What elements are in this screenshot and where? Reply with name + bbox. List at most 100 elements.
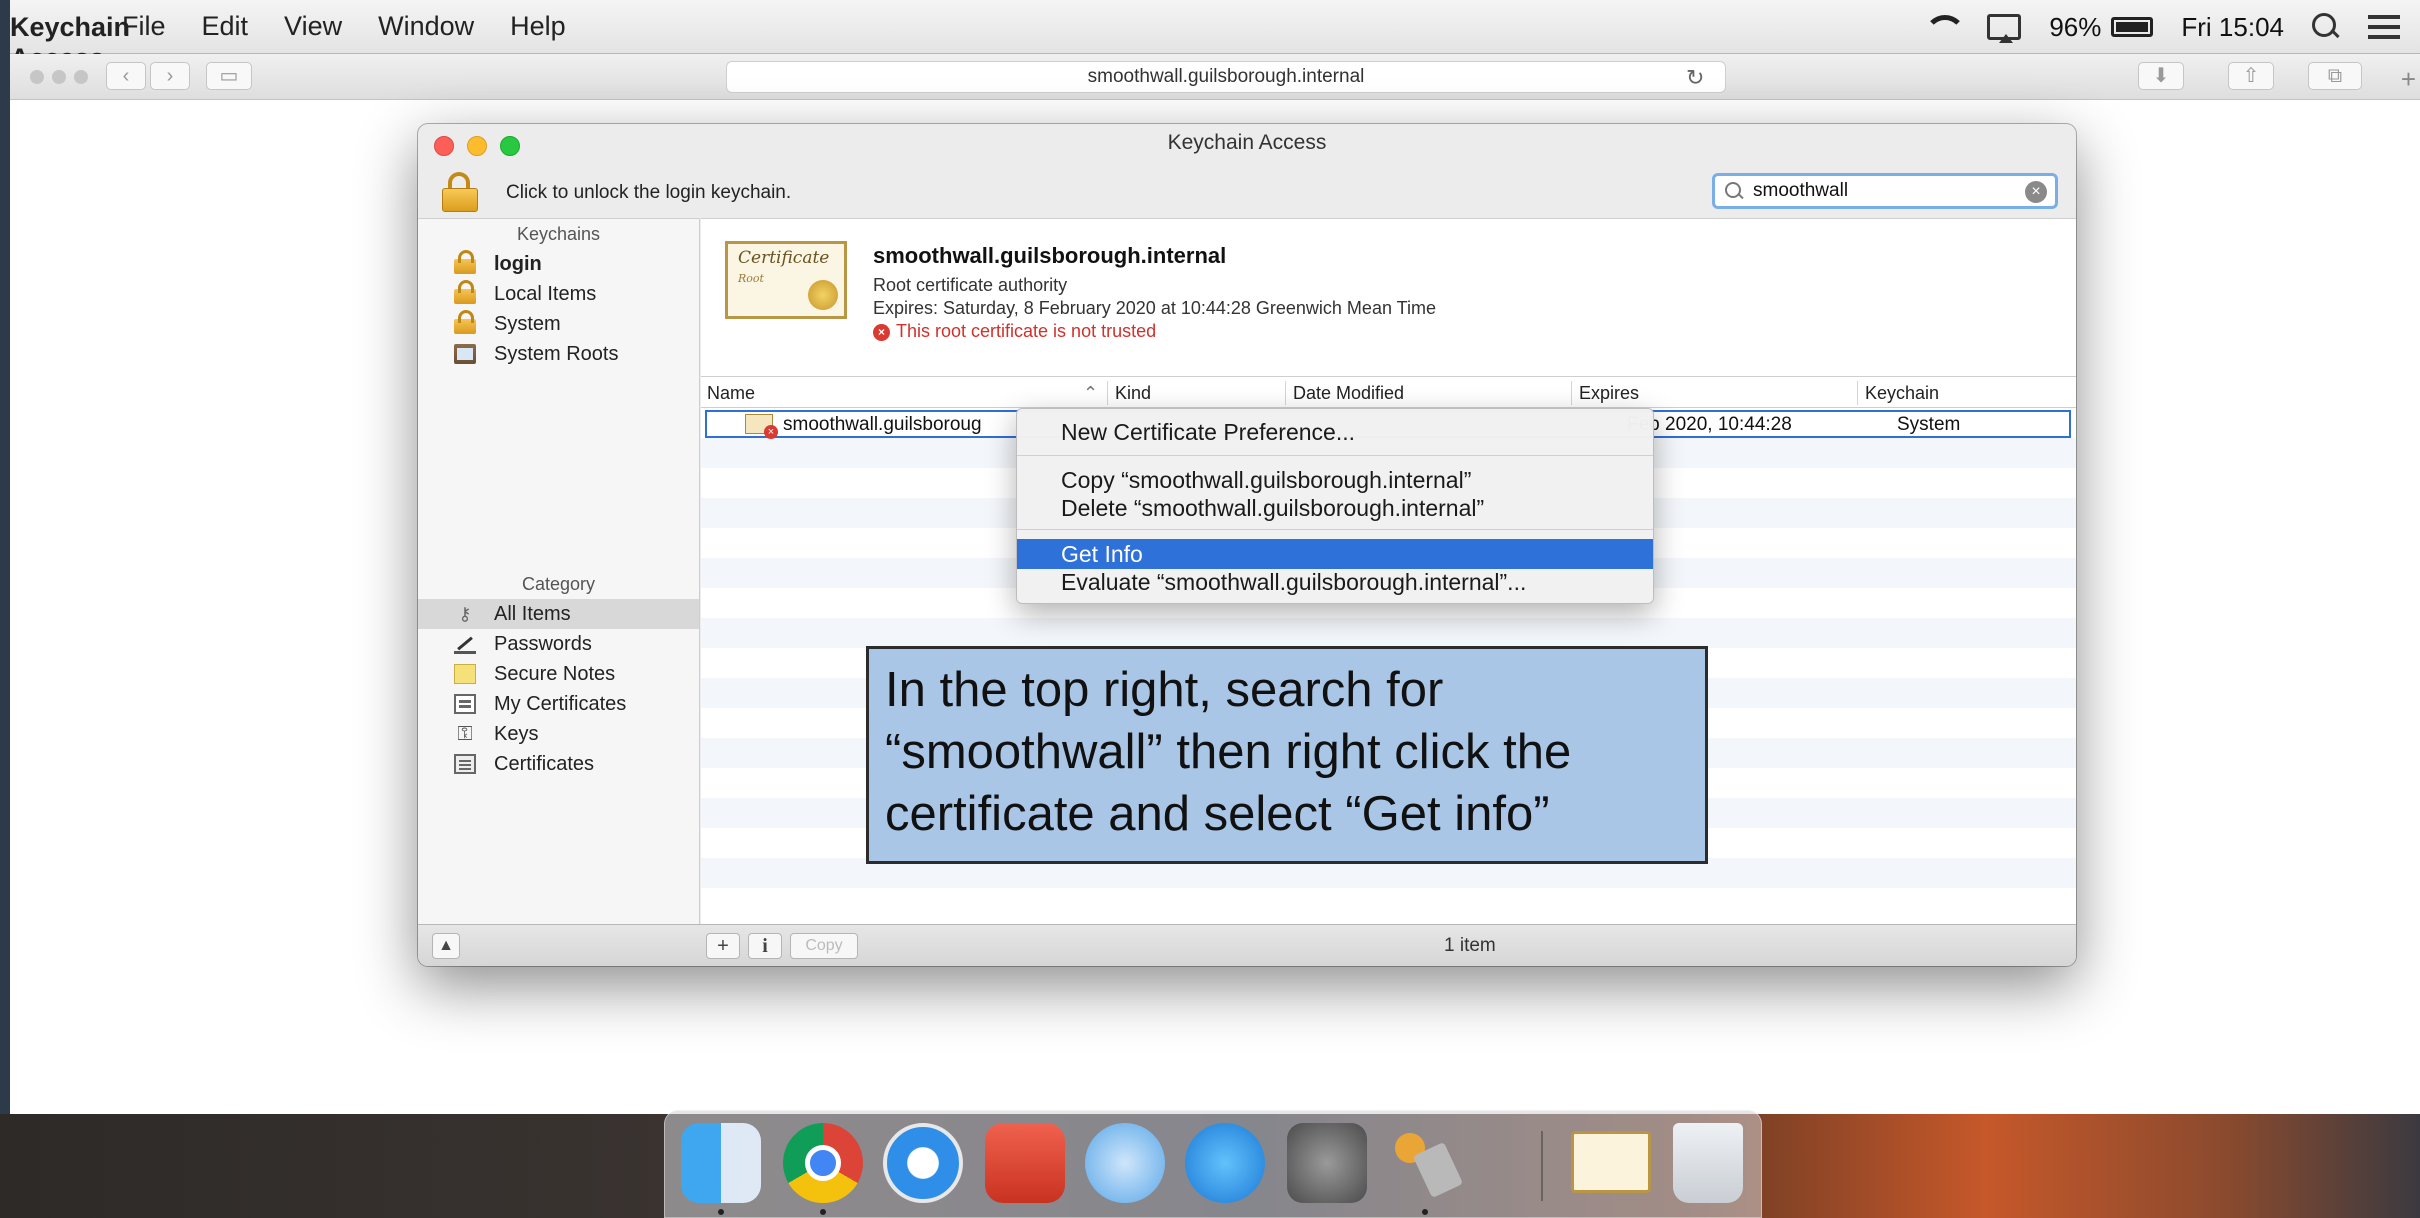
cert-expires: Expires: Saturday, 8 February 2020 at 10… [873,298,1436,318]
menu-edit[interactable]: Edit [202,11,249,42]
category-label: My Certificates [494,693,627,715]
category-label: Keys [494,723,539,745]
airplay-icon[interactable] [1987,14,2022,43]
new-tab-icon[interactable]: + [2401,64,2416,95]
col-name[interactable]: Name [707,383,755,404]
spotlight-icon[interactable] [2312,13,2340,41]
certificate-detail: Certificate Root smoothwall.guilsborough… [701,218,2076,376]
minimize-button[interactable] [467,136,487,156]
running-indicator [718,1209,724,1215]
info-button[interactable]: i [748,933,782,959]
notification-center-icon[interactable] [2368,15,2400,39]
clock[interactable]: Fri 15:04 [2181,12,2284,43]
zoom-button[interactable] [500,136,520,156]
menu-item-new-certificate-preference[interactable]: New Certificate Preference... [1017,417,1653,447]
menu-item-get-info[interactable]: Get Info [1017,539,1653,569]
share-button[interactable]: ⇧ [2228,62,2274,90]
note-icon [454,664,476,684]
unlock-text[interactable]: Click to unlock the login keychain. [506,182,791,204]
reload-icon[interactable]: ↻ [1686,65,1704,91]
category-my-certificates[interactable]: My Certificates [418,689,699,719]
menu-item-evaluate[interactable]: Evaluate “smoothwall.guilsborough.intern… [1017,567,1653,597]
app-store-icon[interactable] [1185,1123,1265,1203]
sidebar-item-label: login [494,253,542,275]
category-passwords[interactable]: Passwords [418,629,699,659]
system-preferences-icon[interactable] [1287,1123,1367,1203]
unlocked-icon [454,280,476,304]
instruction-callout: In the top right, search for “smoothwall… [866,646,1708,864]
add-button[interactable]: + [706,933,740,959]
forward-button[interactable]: › [150,62,190,90]
password-icon [454,634,476,654]
category-all-items[interactable]: ⚷ All Items [418,599,699,629]
category-label: Certificates [494,753,595,775]
back-button[interactable]: ‹ [106,62,146,90]
col-expires[interactable]: Expires [1579,383,1639,404]
key-icon: ⚿ [457,723,473,745]
security-lock-icon[interactable] [1085,1123,1165,1203]
sort-chevron-icon[interactable]: ⌃ [1083,383,1098,404]
menu-view[interactable]: View [284,11,342,42]
certificate-file-icon[interactable] [1571,1131,1651,1193]
bottom-bar: ▲ + i Copy 1 item [418,924,2076,966]
safari-icon[interactable] [883,1123,963,1203]
menu-window[interactable]: Window [378,11,474,42]
dock-divider [1541,1131,1543,1201]
untrusted-certificate-icon [745,414,778,439]
certificate-icon: Certificate Root [725,241,847,319]
col-kind[interactable]: Kind [1115,383,1151,404]
browser-toolbar: ‹ › ▭ smoothwall.guilsborough.internal ↻… [10,54,2420,100]
sidebar-item-local-items[interactable]: Local Items [418,279,699,309]
col-date-modified[interactable]: Date Modified [1293,383,1404,404]
category-header: Category [521,574,596,594]
finder-icon[interactable] [681,1123,761,1203]
category-secure-notes[interactable]: Secure Notes [418,659,699,689]
seal-icon [808,280,838,310]
category-keys[interactable]: ⚿ Keys [418,719,699,749]
battery-icon[interactable] [2111,17,2154,37]
category-label: All Items [494,603,571,625]
battery-percent[interactable]: 96% [2049,12,2101,43]
running-indicator [820,1209,826,1215]
clear-search-icon[interactable]: × [2025,181,2047,203]
wifi-icon[interactable] [1921,13,1967,41]
sidebar-toggle-button[interactable]: ▭ [206,62,252,90]
sidebar-item-login[interactable]: login [418,249,699,279]
menu-item-delete[interactable]: Delete “smoothwall.guilsborough.internal… [1017,493,1653,523]
trash-icon[interactable] [1673,1123,1743,1203]
certificate-script: Certificate [738,248,830,268]
keys-icon: ⚷ [458,604,472,624]
lock-icon [454,250,476,274]
sidebar-item-label: System Roots [494,343,619,365]
sidebar: Keychains login Local Items System Syste… [418,218,700,924]
keychain-access-icon[interactable] [1385,1123,1465,1203]
sidebar-item-system[interactable]: System [418,309,699,339]
sidebar-toggle-icon[interactable]: ▲ [432,933,460,959]
menu-help[interactable]: Help [510,11,566,42]
tabs-button[interactable]: ⧉ [2308,62,2362,90]
warning-icon: × [873,324,890,341]
running-indicator [1422,1209,1428,1215]
item-count: 1 item [1444,935,1496,956]
row-name: smoothwall.guilsboroug [783,414,982,435]
copy-button[interactable]: Copy [790,933,858,959]
chrome-icon[interactable] [783,1123,863,1203]
warning-text: This root certificate is not trusted [896,321,1157,341]
close-button[interactable] [434,136,454,156]
lock-icon[interactable] [440,172,480,212]
cert-subtitle: Root certificate authority [873,275,1068,295]
address-bar[interactable]: smoothwall.guilsborough.internal [726,61,1726,93]
downloads-button[interactable]: ⬇ [2138,62,2184,90]
certificates-icon [454,754,476,774]
col-keychain[interactable]: Keychain [1865,383,1939,404]
menu-item-copy[interactable]: Copy “smoothwall.guilsborough.internal” [1017,465,1653,495]
cabinet-icon [454,344,476,364]
remote-desktop-icon[interactable] [985,1123,1065,1203]
search-field[interactable]: smoothwall × [1712,173,2058,209]
table-header: Name ⌃ Kind Date Modified Expires Keycha… [701,376,2076,408]
search-input[interactable]: smoothwall [1753,180,1848,202]
category-certificates[interactable]: Certificates [418,749,699,779]
browser-window-controls[interactable] [30,70,88,84]
search-icon [1725,182,1743,200]
sidebar-item-system-roots[interactable]: System Roots [418,339,699,369]
